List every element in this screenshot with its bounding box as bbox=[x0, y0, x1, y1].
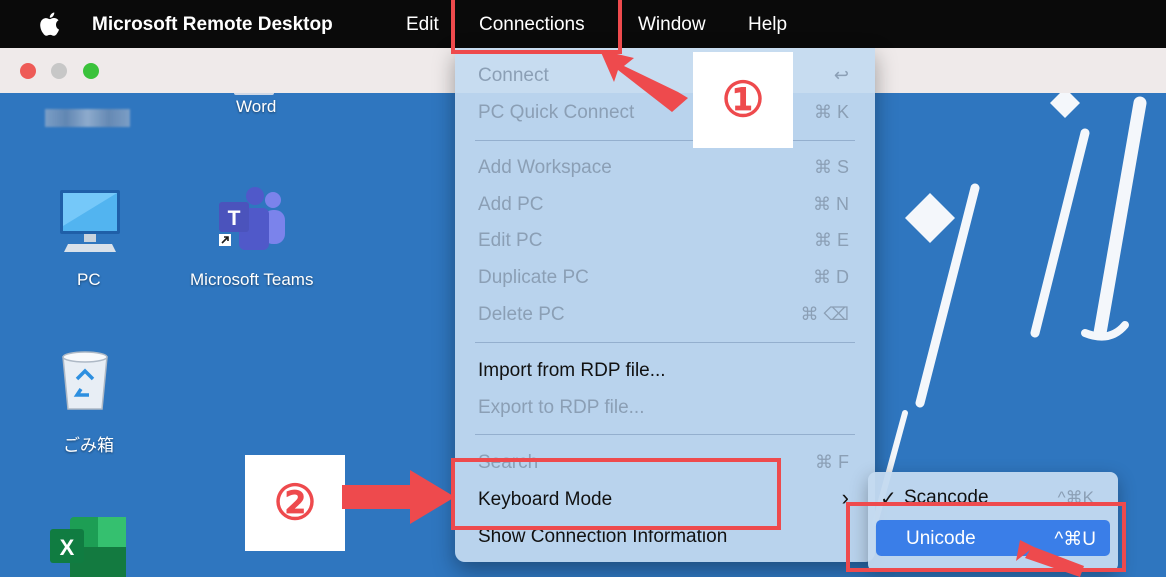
arrow-1-icon bbox=[600, 50, 688, 112]
annotation-arrows bbox=[342, 50, 1084, 577]
arrow-3-icon bbox=[1016, 540, 1084, 577]
arrow-2-icon bbox=[342, 470, 455, 524]
